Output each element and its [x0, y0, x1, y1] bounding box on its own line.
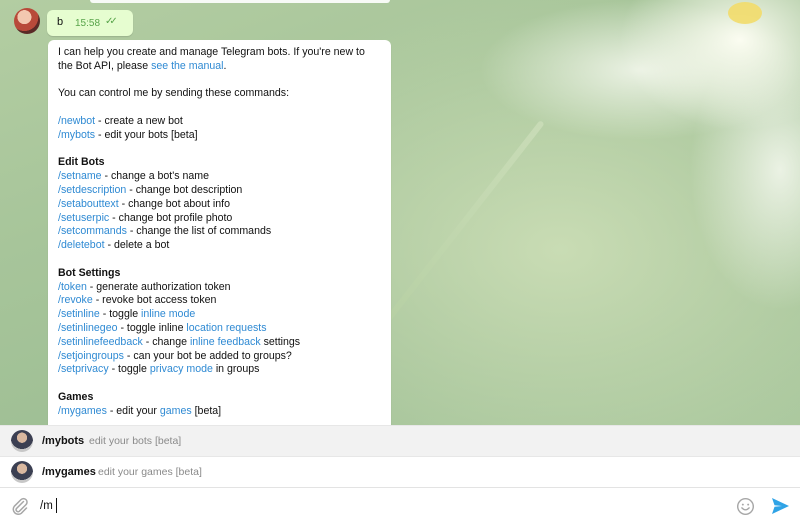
command-description: - toggle	[108, 363, 150, 376]
command-line: /revoke - revoke bot access token	[58, 294, 381, 308]
bot-avatar	[11, 461, 33, 483]
suggestion-mybots[interactable]: /mybots edit your bots [beta]	[0, 425, 800, 456]
command-description: - revoke bot access token	[92, 294, 217, 307]
edit-bots-list: /setname - change a bot's name/setdescri…	[58, 170, 381, 253]
command-line: /setname - change a bot's name	[58, 170, 381, 184]
command-link[interactable]: /setabouttext	[58, 198, 119, 210]
suggestion-command: /mybots	[42, 435, 85, 447]
command-description: - change bot about info	[118, 197, 230, 210]
command-description: - edit your	[106, 404, 160, 417]
command-description: - can your bot be added to groups?	[123, 349, 292, 362]
command-description: - change bot description	[126, 183, 243, 196]
top-commands-list: /newbot - create a new bot/mybots - edit…	[58, 115, 381, 143]
command-description: - toggle	[99, 308, 142, 321]
command-description: - delete a bot	[104, 239, 170, 252]
section-title-bot-settings: Bot Settings	[58, 266, 121, 279]
command-line: /setprivacy - toggle privacy mode in gro…	[58, 363, 381, 377]
command-line: /setinlinefeedback - change inline feedb…	[58, 336, 381, 350]
command-line: /setuserpic - change bot profile photo	[58, 212, 381, 226]
command-line: /setabouttext - change bot about info	[58, 198, 381, 212]
command-link[interactable]: /setcommands	[58, 225, 127, 237]
command-link[interactable]: /deletebot	[58, 239, 105, 251]
command-description: [beta]	[191, 404, 222, 417]
command-link[interactable]: /mybots	[58, 129, 95, 141]
control-line: You can control me by sending these comm…	[58, 87, 290, 100]
command-link[interactable]: /revoke	[58, 294, 93, 306]
suggestion-description: edit your bots [beta]	[89, 435, 182, 447]
command-line: /setjoingroups - can your bot be added t…	[58, 350, 381, 364]
suggestion-mygames[interactable]: /mygames edit your games [beta]	[0, 456, 800, 487]
doc-link[interactable]: inline mode	[141, 308, 195, 320]
command-link[interactable]: /setjoingroups	[58, 350, 124, 362]
section-title-edit-bots: Edit Bots	[58, 156, 105, 169]
command-line: /mybots - edit your bots [beta]	[58, 129, 381, 143]
command-line: /setinline - toggle inline mode	[58, 308, 381, 322]
user-avatar[interactable]	[14, 8, 40, 34]
wallpaper-flower-center	[728, 2, 762, 24]
doc-link[interactable]: inline feedback	[190, 336, 261, 348]
section-title-games: Games	[58, 390, 94, 403]
command-link[interactable]: /setdescription	[58, 184, 126, 196]
command-description: - create a new bot	[95, 114, 183, 127]
command-link[interactable]: /setinlinegeo	[58, 322, 118, 334]
outgoing-message-text: b	[57, 16, 64, 28]
doc-link[interactable]: games	[160, 405, 192, 417]
command-description: in groups	[212, 363, 260, 376]
command-description: - change the list of commands	[126, 225, 272, 238]
message-input-bar	[0, 487, 800, 524]
command-line: /setinlinegeo - toggle inline location r…	[58, 322, 381, 336]
outgoing-message[interactable]: b 15:58 ✓✓	[47, 10, 133, 36]
doc-link[interactable]: location requests	[186, 322, 266, 334]
suggestion-description: edit your games [beta]	[98, 466, 202, 478]
bot-avatar	[11, 430, 33, 452]
intro-line: I can help you create and manage Telegra…	[58, 46, 365, 58]
text-caret	[56, 498, 57, 513]
command-line: /mygames - edit your games [beta]	[58, 405, 381, 419]
command-description: - change bot profile photo	[109, 211, 233, 224]
double-check-icon: ✓✓	[105, 16, 118, 27]
intro-line: the Bot API, please see the manual.	[58, 59, 227, 72]
command-link[interactable]: /setinline	[58, 308, 100, 320]
message-input[interactable]	[40, 497, 720, 515]
smile-icon[interactable]	[736, 497, 755, 516]
command-line: /token - generate authorization token	[58, 281, 381, 295]
manual-link[interactable]: see the manual	[151, 60, 223, 72]
command-link[interactable]: /setname	[58, 170, 102, 182]
command-link[interactable]: /setuserpic	[58, 212, 109, 224]
paperclip-icon[interactable]	[10, 496, 30, 516]
command-description: - edit your bots [beta]	[95, 128, 198, 141]
bot-settings-list: /token - generate authorization token/re…	[58, 281, 381, 378]
message-time: 15:58	[75, 18, 101, 29]
command-link[interactable]: /setprivacy	[58, 363, 109, 375]
command-line: /setdescription - change bot description	[58, 184, 381, 198]
command-link[interactable]: /token	[58, 281, 87, 293]
command-link[interactable]: /newbot	[58, 115, 95, 127]
suggestion-command: /mygames	[42, 466, 96, 478]
games-list: /mygames - edit your games [beta]	[58, 405, 381, 419]
command-description: settings	[260, 335, 301, 348]
send-icon[interactable]	[770, 496, 790, 516]
bot-message: I can help you create and manage Telegra…	[48, 40, 391, 426]
command-description: - generate authorization token	[86, 280, 231, 293]
command-line: /setcommands - change the list of comman…	[58, 225, 381, 239]
command-description: - change	[142, 335, 190, 348]
previous-message-edge	[90, 0, 390, 3]
command-link[interactable]: /setinlinefeedback	[58, 336, 143, 348]
command-line: /newbot - create a new bot	[58, 115, 381, 129]
doc-link[interactable]: privacy mode	[150, 363, 213, 375]
command-link[interactable]: /mygames	[58, 405, 107, 417]
command-line: /deletebot - delete a bot	[58, 239, 381, 253]
command-description: - change a bot's name	[101, 170, 210, 183]
command-description: - toggle inline	[117, 321, 187, 334]
